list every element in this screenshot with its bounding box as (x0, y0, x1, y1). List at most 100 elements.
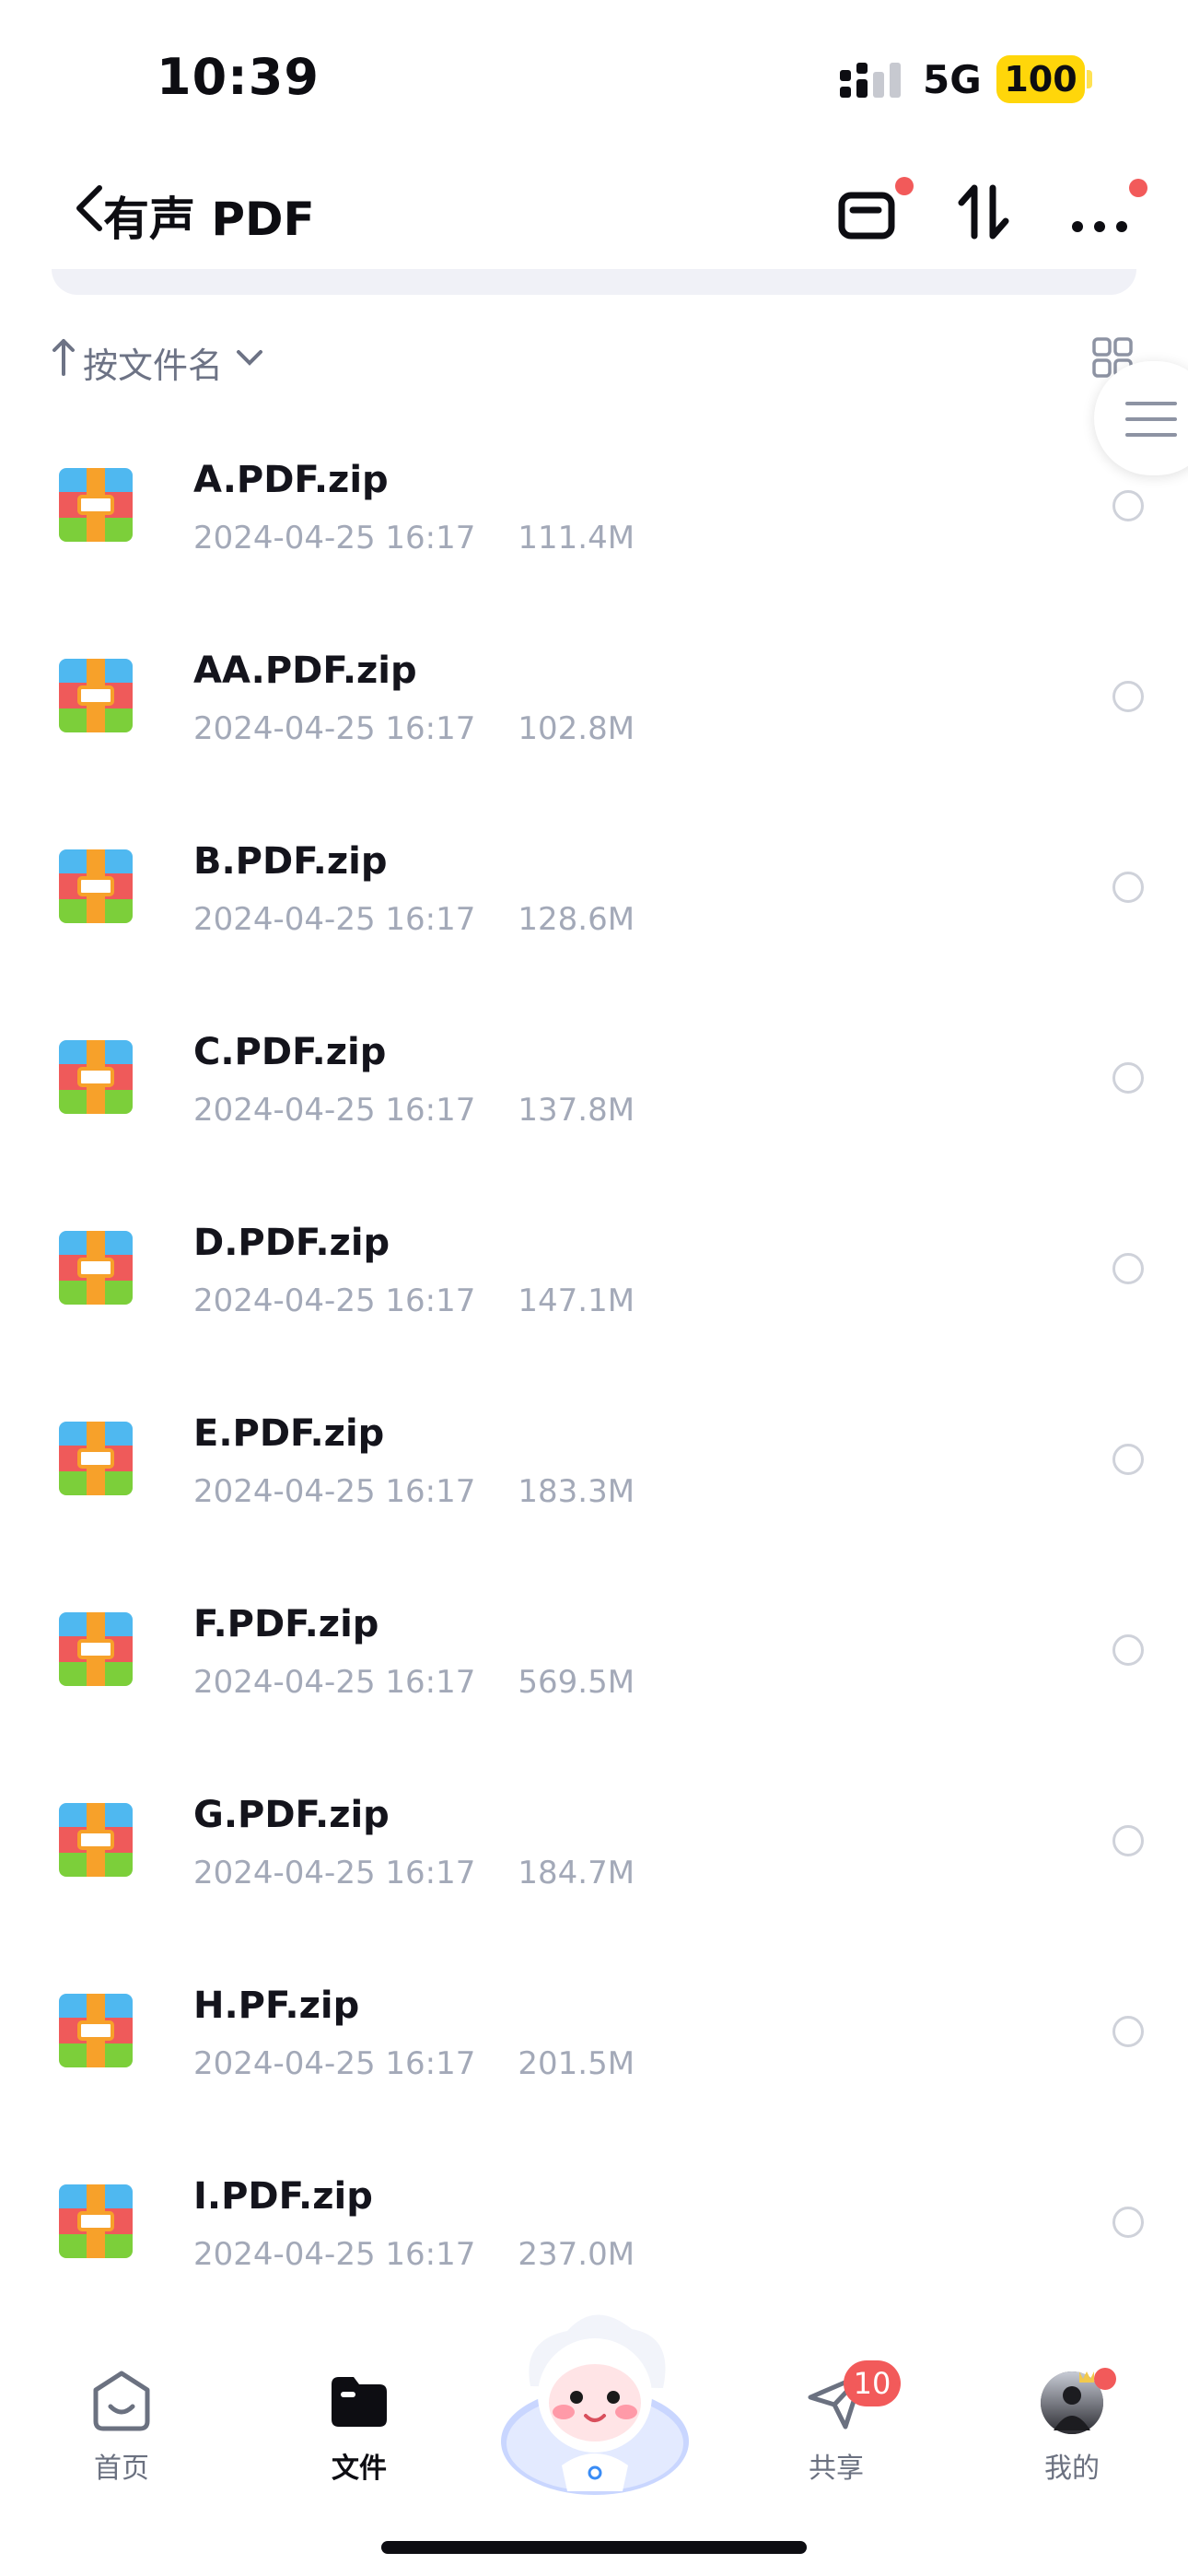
sort-up-arrow-icon[interactable] (50, 335, 77, 378)
file-meta: 2024-04-25 16:17 237.0M (193, 2236, 635, 2273)
notification-dot (1129, 179, 1147, 197)
select-checkbox[interactable] (1112, 490, 1144, 521)
network-label: 5G (923, 57, 982, 102)
file-row[interactable]: B.PDF.zip 2024-04-25 16:17 128.6M (0, 813, 1188, 1003)
more-options-button[interactable] (1065, 175, 1147, 249)
page-title: 有声 PDF (103, 193, 315, 246)
zip-archive-icon (59, 468, 133, 542)
file-size: 102.8M (518, 710, 635, 747)
battery-indicator: 100 (996, 55, 1085, 103)
navigation-bar: 有声 PDF (0, 157, 1188, 267)
collapsed-header-strip (52, 269, 1136, 295)
select-checkbox[interactable] (1112, 2207, 1144, 2238)
file-row[interactable]: E.PDF.zip 2024-04-25 16:17 183.3M (0, 1385, 1188, 1575)
file-name: A.PDF.zip (193, 459, 389, 501)
box-icon (838, 192, 895, 240)
file-row[interactable]: A.PDF.zip 2024-04-25 16:17 111.4M (0, 431, 1188, 622)
file-row[interactable]: AA.PDF.zip 2024-04-25 16:17 102.8M (0, 622, 1188, 813)
file-date: 2024-04-25 16:17 (193, 2045, 476, 2082)
file-name: I.PDF.zip (193, 2175, 373, 2218)
file-size: 201.5M (518, 2045, 635, 2082)
signal-icon (840, 63, 901, 98)
tab-home-label: 首页 (94, 2453, 149, 2485)
file-date: 2024-04-25 16:17 (193, 901, 476, 938)
select-checkbox[interactable] (1112, 1253, 1144, 1284)
file-date: 2024-04-25 16:17 (193, 520, 476, 556)
file-meta: 2024-04-25 16:17 147.1M (193, 1282, 635, 1319)
file-date: 2024-04-25 16:17 (193, 1855, 476, 1891)
chevron-down-icon[interactable] (236, 348, 263, 369)
file-row[interactable]: C.PDF.zip 2024-04-25 16:17 137.8M (0, 1003, 1188, 1194)
tab-files[interactable]: 文件 (285, 2368, 433, 2506)
select-checkbox[interactable] (1112, 681, 1144, 712)
select-checkbox[interactable] (1112, 1444, 1144, 1475)
file-meta: 2024-04-25 16:17 201.5M (193, 2045, 635, 2082)
file-size: 147.1M (518, 1282, 635, 1319)
assistant-mascot-icon[interactable] (494, 2303, 696, 2506)
zip-archive-icon (59, 1040, 133, 1114)
zip-archive-icon (59, 659, 133, 732)
zip-archive-icon (59, 1231, 133, 1305)
sort-row: 按文件名 (0, 322, 1188, 396)
tab-files-label: 文件 (332, 2453, 387, 2485)
file-date: 2024-04-25 16:17 (193, 1473, 476, 1510)
zip-archive-icon (59, 1803, 133, 1877)
file-date: 2024-04-25 16:17 (193, 1282, 476, 1319)
tab-bar: 首页 文件 共享 10 我的 (0, 2285, 1188, 2576)
file-size: 137.8M (518, 1092, 635, 1129)
file-meta: 2024-04-25 16:17 569.5M (193, 1664, 635, 1701)
select-checkbox[interactable] (1112, 1062, 1144, 1094)
file-size: 184.7M (518, 1855, 635, 1891)
file-date: 2024-04-25 16:17 (193, 1664, 476, 1701)
notification-dot (1094, 2368, 1116, 2390)
file-name: C.PDF.zip (193, 1031, 387, 1073)
file-date: 2024-04-25 16:17 (193, 710, 476, 747)
file-size: 569.5M (518, 1664, 635, 1701)
select-checkbox[interactable] (1112, 872, 1144, 903)
status-bar: 10:39 5G 100 (0, 0, 1188, 157)
sort-arrows-icon (958, 184, 1009, 240)
recycle-box-button[interactable] (831, 175, 914, 249)
file-meta: 2024-04-25 16:17 183.3M (193, 1473, 635, 1510)
file-list: A.PDF.zip 2024-04-25 16:17 111.4M AA.PDF.z… (0, 431, 1188, 2338)
file-size: 128.6M (518, 901, 635, 938)
file-name: D.PDF.zip (193, 1222, 390, 1264)
file-date: 2024-04-25 16:17 (193, 2236, 476, 2273)
file-size: 111.4M (518, 520, 635, 556)
zip-archive-icon (59, 1612, 133, 1686)
folder-icon (332, 2377, 387, 2427)
select-checkbox[interactable] (1112, 1634, 1144, 1666)
tab-home[interactable]: 首页 (48, 2368, 195, 2506)
home-face-icon (93, 2371, 150, 2431)
notification-dot (895, 177, 914, 195)
file-size: 183.3M (518, 1473, 635, 1510)
status-time: 10:39 (157, 48, 320, 106)
file-name: G.PDF.zip (193, 1794, 390, 1836)
tab-mine[interactable]: 我的 (998, 2368, 1146, 2506)
file-row[interactable]: G.PDF.zip 2024-04-25 16:17 184.7M (0, 1766, 1188, 1957)
sort-order-button[interactable] (949, 175, 1022, 249)
file-meta: 2024-04-25 16:17 184.7M (193, 1855, 635, 1891)
sort-by-name-label[interactable]: 按文件名 (83, 337, 223, 388)
file-row[interactable]: F.PDF.zip 2024-04-25 16:17 569.5M (0, 1575, 1188, 1766)
file-name: H.PF.zip (193, 1985, 360, 2027)
tab-share[interactable]: 共享 10 (763, 2360, 910, 2506)
tab-mine-label: 我的 (1044, 2453, 1100, 2485)
file-row[interactable]: D.PDF.zip 2024-04-25 16:17 147.1M (0, 1194, 1188, 1385)
file-row[interactable]: H.PF.zip 2024-04-25 16:17 201.5M (0, 1957, 1188, 2148)
file-meta: 2024-04-25 16:17 102.8M (193, 710, 635, 747)
zip-archive-icon (59, 2184, 133, 2258)
file-meta: 2024-04-25 16:17 137.8M (193, 1092, 635, 1129)
file-meta: 2024-04-25 16:17 128.6M (193, 901, 635, 938)
file-name: F.PDF.zip (193, 1603, 379, 1645)
home-indicator (381, 2541, 807, 2554)
battery-tip (1087, 70, 1092, 88)
zip-archive-icon (59, 849, 133, 923)
file-date: 2024-04-25 16:17 (193, 1092, 476, 1129)
file-size: 237.0M (518, 2236, 635, 2273)
file-name: E.PDF.zip (193, 1412, 385, 1455)
select-checkbox[interactable] (1112, 1825, 1144, 1856)
file-meta: 2024-04-25 16:17 111.4M (193, 520, 635, 556)
select-checkbox[interactable] (1112, 2016, 1144, 2047)
more-dots-icon (1072, 221, 1127, 232)
